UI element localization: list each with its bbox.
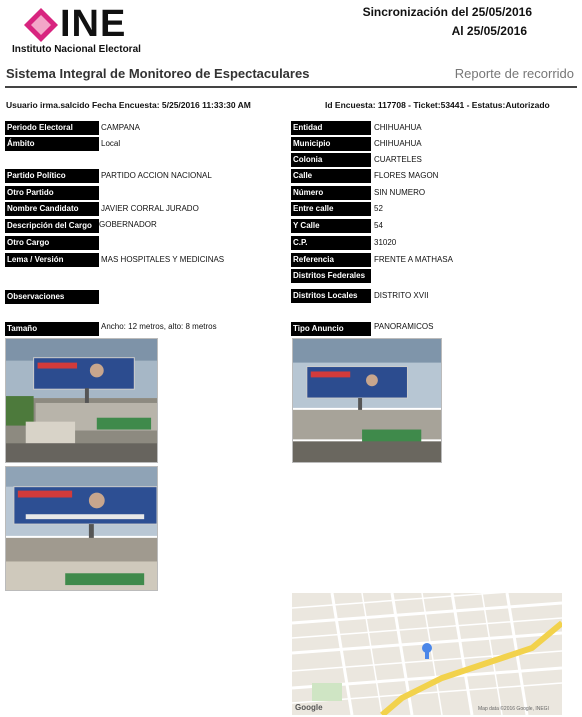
sync-date-line2: Al 25/05/2016 [451, 24, 527, 38]
system-title: Sistema Integral de Monitoreo de Especta… [6, 66, 310, 81]
label-y-calle: Y Calle [291, 219, 371, 233]
value-entre-calle: 52 [374, 204, 383, 213]
map-copyright: Map data ©2016 Google, INEGI [478, 706, 549, 712]
billboard-photo-2 [5, 466, 158, 591]
value-numero: SIN NUMERO [374, 188, 426, 197]
billboard-photo-1 [5, 338, 158, 463]
location-map[interactable] [292, 593, 562, 715]
value-entidad: CHIHUAHUA [374, 123, 422, 132]
value-colonia: CUARTELES [374, 155, 422, 164]
value-descripcion-cargo: GOBERNADOR [99, 220, 157, 229]
value-calle: FLORES MAGON [374, 171, 439, 180]
label-tipo-anuncio: Tipo Anuncio [291, 322, 371, 336]
survey-user-date: Usuario irma.salcido Fecha Encuesta: 5/2… [6, 100, 251, 110]
value-referencia: FRENTE A MATHASA [374, 255, 453, 264]
label-observaciones: Observaciones [5, 290, 99, 304]
value-municipio: CHIHUAHUA [374, 139, 422, 148]
label-cp: C.P. [291, 236, 371, 250]
label-otro-cargo: Otro Cargo [5, 236, 99, 250]
label-numero: Número [291, 186, 371, 200]
logo-text: INE [60, 3, 127, 45]
survey-id-status: Id Encuesta: 117708 - Ticket:53441 - Est… [325, 100, 550, 110]
label-partido-politico: Partido Político [5, 169, 99, 183]
billboard-photo-3 [292, 338, 442, 463]
value-ambito: Local [101, 139, 121, 148]
label-referencia: Referencia [291, 253, 371, 267]
value-y-calle: 54 [374, 221, 383, 230]
label-entre-calle: Entre calle [291, 202, 371, 216]
label-calle: Calle [291, 169, 371, 183]
label-periodo-electoral: Periodo Electoral [5, 121, 99, 135]
value-nombre-candidato: JAVIER CORRAL JURADO [101, 204, 199, 213]
header-divider [5, 86, 577, 88]
label-nombre-candidato: Nombre Candidato [5, 202, 99, 216]
label-municipio: Municipio [291, 137, 371, 151]
label-distritos-federales: Distritos Federales [291, 269, 371, 283]
value-periodo-electoral: CAMPANA [101, 123, 140, 132]
label-tamano: Tamaño [5, 322, 99, 336]
logo-subtitle: Instituto Nacional Electoral [12, 44, 141, 55]
label-entidad: Entidad [291, 121, 371, 135]
label-descripcion-cargo: Descripción del Cargo [5, 219, 99, 233]
value-lema-version: MAS HOSPITALES Y MEDICINAS [101, 255, 225, 264]
ine-logo-icon [24, 8, 58, 42]
report-link[interactable]: Reporte de recorrido [455, 66, 574, 81]
value-tamano: Ancho: 12 metros, alto: 8 metros [101, 322, 217, 331]
label-otro-partido: Otro Partido [5, 186, 99, 200]
sync-date-line1: Sincronización del 25/05/2016 [362, 5, 532, 19]
map-google-label: Google [295, 703, 323, 712]
value-distritos-locales: DISTRITO XVII [374, 291, 429, 300]
label-ambito: Ámbito [5, 137, 99, 151]
label-lema-version: Lema / Versión [5, 253, 99, 267]
value-tipo-anuncio: PANORAMICOS [374, 322, 434, 331]
label-colonia: Colonia [291, 153, 371, 167]
value-cp: 31020 [374, 238, 397, 247]
label-distritos-locales: Distritos Locales [291, 289, 371, 303]
value-partido-politico: PARTIDO ACCION NACIONAL [101, 171, 212, 180]
